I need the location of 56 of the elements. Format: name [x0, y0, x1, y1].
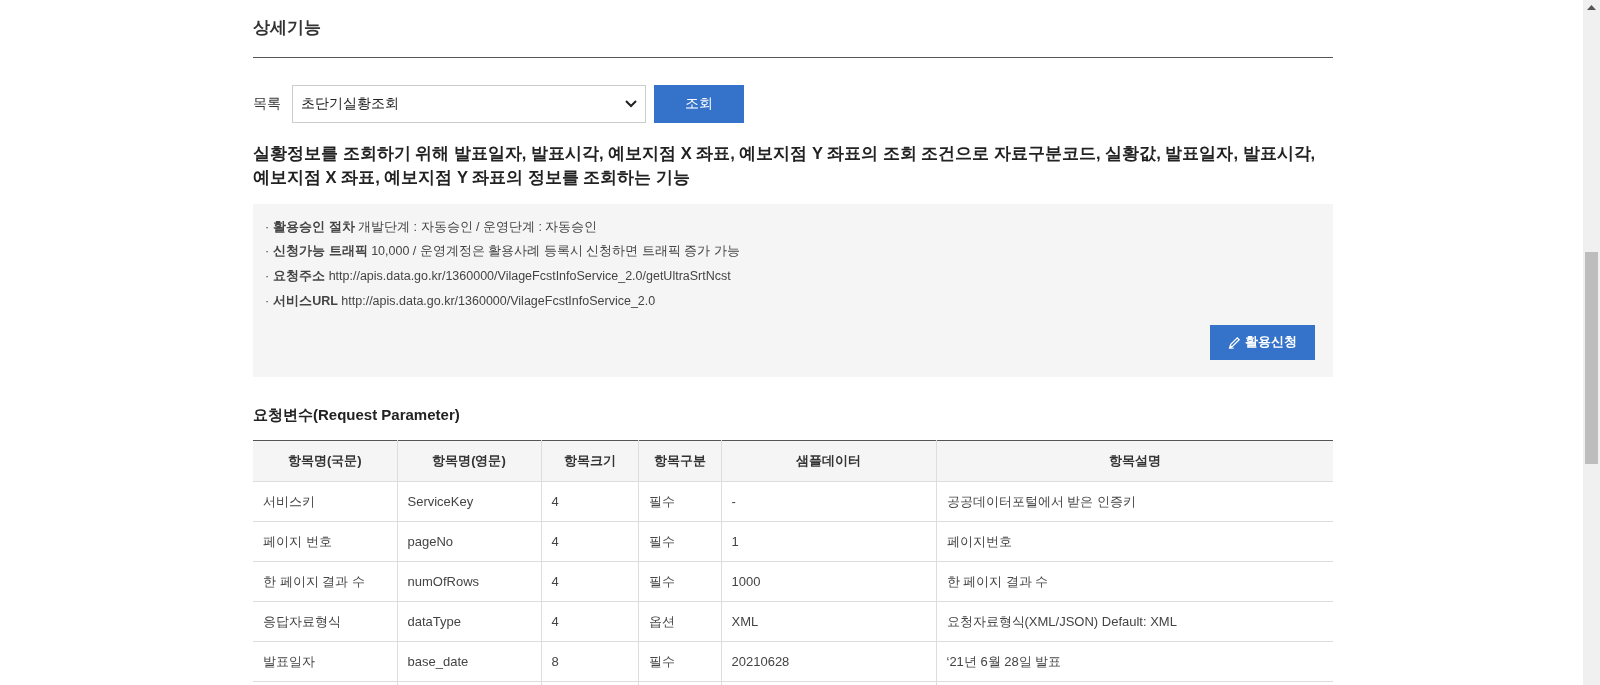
table-cell: 페이지 번호 [253, 521, 397, 562]
table-cell: numOfRows [397, 561, 541, 602]
table-cell: 필수 [638, 481, 721, 522]
table-cell: 한 페이지 결과 수 [253, 561, 397, 602]
info-text: 활용승인 절차 개발단계 : 자동승인 / 운영단계 : 자동승인 [273, 218, 598, 236]
table-cell: 옵션 [638, 601, 721, 642]
info-text: 요청주소 http://apis.data.go.kr/1360000/VilageFcstInfoService_2.0/getUltraSrtNcst [273, 268, 731, 285]
table-cell: XML [721, 601, 936, 642]
column-header: 항목구분 [638, 440, 721, 482]
table-cell: 페이지번호 [936, 521, 1333, 562]
pencil-icon [1228, 335, 1241, 349]
list-select[interactable]: 초단기실황조회 [292, 84, 646, 123]
column-header: 항목크기 [541, 440, 638, 482]
table-cell: 서비스키 [253, 481, 397, 522]
bullet: · [265, 292, 270, 310]
table-cell: ServiceKey [397, 481, 541, 522]
info-text: 서비스URL http://apis.data.go.kr/1360000/VilageFcstInfoService_2.0 [273, 292, 656, 310]
column-header: 샘플데이터 [721, 440, 936, 482]
column-header: 항목명(국문) [253, 440, 397, 482]
table-cell: pageNo [397, 521, 541, 562]
table-cell: 20210628 [721, 641, 936, 682]
table-cell: 요청자료형식(XML/JSON) Default: XML [936, 601, 1333, 642]
scroll-up-icon[interactable] [1587, 5, 1596, 10]
scrollbar[interactable] [1583, 0, 1600, 685]
table-cell: 공공데이터포털에서 받은 인증키 [936, 481, 1333, 522]
chevron-down-icon [625, 99, 637, 108]
search-button[interactable]: 조회 [654, 84, 744, 123]
table-cell: ‘21년 6월 28일 발표 [936, 641, 1333, 682]
table-cell: base_date [397, 641, 541, 682]
bullet: · [265, 268, 270, 285]
table-cell: 1 [721, 521, 936, 562]
table-cell: 필수 [638, 561, 721, 602]
table-cell: dataType [397, 601, 541, 642]
list-label: 목록 [253, 94, 281, 113]
table-cell: 1000 [721, 561, 936, 602]
description-text: 실황정보를 조회하기 위해 발표일자, 발표시각, 예보지점 X 좌표, 예보지점 Y 좌표의 조회 조건으로 자료구분코드, 실황값, 발표일자, 발표시각, 예보지점 X 좌표, 예보지점 Y 좌표의 정보를 조회하는 기능 [253, 142, 1317, 188]
table-cell: - [721, 481, 936, 522]
scrollbar-thumb[interactable] [1585, 252, 1598, 464]
table-cell: 응답자료형식 [253, 601, 397, 642]
table-cell: 한 페이지 결과 수 [936, 561, 1333, 602]
table-cell: 필수 [638, 521, 721, 562]
section-title: 상세기능 [253, 0, 1333, 58]
table-cell: 4 [541, 601, 638, 642]
bullet: · [265, 243, 270, 261]
bullet: · [265, 218, 270, 236]
table-cell: 4 [541, 561, 638, 602]
column-header: 항목명(영문) [397, 440, 541, 482]
info-text: 신청가능 트래픽 10,000 / 운영계정은 활용사례 등록시 신청하면 트래픽 증가 가능 [273, 243, 740, 261]
column-header: 항목설명 [936, 440, 1333, 482]
table-cell: 8 [541, 641, 638, 682]
table-cell: 필수 [638, 641, 721, 682]
table-cell: 4 [541, 521, 638, 562]
table-cell: 4 [541, 481, 638, 522]
section-subtitle: 요청변수(Request Parameter) [253, 404, 461, 425]
apply-button[interactable]: 활용신청 [1210, 324, 1315, 360]
table-cell: 발표일자 [253, 641, 397, 682]
